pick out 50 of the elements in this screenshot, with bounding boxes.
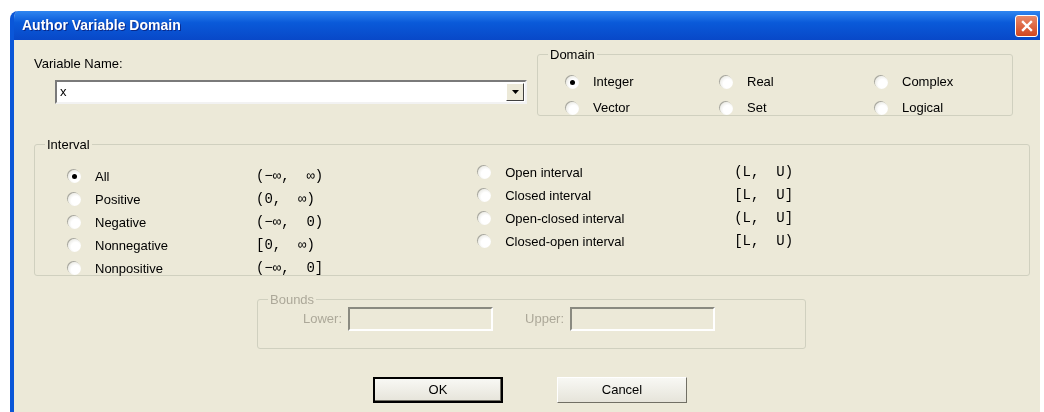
radio-button[interactable] — [566, 101, 579, 115]
radio-label: Nonpositive — [95, 259, 164, 278]
radio-label: Complex — [902, 73, 954, 92]
radio-label: Real — [747, 73, 774, 92]
field-label: Lower: — [303, 310, 343, 329]
interval-notation: (−∞, 0] — [256, 259, 324, 278]
radio-button[interactable] — [68, 239, 81, 252]
group-title: Interval — [46, 138, 91, 151]
interval-notation: [0, ∞) — [256, 236, 315, 255]
radio-label: Open-closed interval — [505, 209, 626, 228]
radio-button[interactable] — [68, 193, 81, 206]
close-icon — [1019, 18, 1034, 33]
radio-button[interactable] — [68, 216, 81, 229]
cancel-button[interactable]: Cancel — [557, 377, 687, 403]
radio-button[interactable] — [478, 212, 492, 225]
interval-notation: (−∞, ∞) — [256, 167, 324, 186]
interval-notation: (L, U] — [734, 209, 794, 228]
radio-label: Vector — [593, 99, 630, 118]
radio-button[interactable] — [478, 235, 492, 248]
field-label: Upper: — [525, 310, 565, 329]
interval-notation: [L, U) — [734, 232, 794, 251]
radio-label: Closed-open interval — [505, 232, 626, 251]
group-title: Bounds — [269, 293, 316, 306]
radio-label: Open interval — [505, 163, 584, 182]
radio-button[interactable] — [720, 101, 733, 115]
radio-label: All — [95, 167, 111, 186]
interval-notation: (L, U) — [734, 163, 794, 182]
radio-label: Integer — [593, 73, 634, 92]
interval-notation: [L, U] — [734, 186, 794, 205]
radio-button[interactable] — [720, 75, 733, 89]
interval-notation: (−∞, 0) — [256, 213, 324, 232]
radio-label: Set — [747, 99, 767, 118]
radio-label: Closed interval — [505, 186, 593, 205]
ok-button[interactable]: OK — [373, 377, 503, 403]
radio-button[interactable] — [68, 262, 81, 275]
radio-label: Negative — [95, 213, 148, 232]
radio-button[interactable] — [566, 75, 579, 89]
radio-button[interactable] — [68, 170, 81, 183]
radio-label: Nonnegative — [95, 236, 169, 255]
window-title: Author Variable Domain — [22, 16, 181, 35]
radio-button[interactable] — [875, 101, 888, 115]
radio-button[interactable] — [478, 189, 492, 202]
interval-notation: (0, ∞) — [256, 190, 315, 209]
radio-button[interactable] — [478, 166, 492, 179]
radio-label: Logical — [902, 99, 944, 118]
field-label: Variable Name: — [34, 55, 124, 73]
close-button[interactable] — [1015, 14, 1038, 37]
radio-label: Positive — [95, 190, 142, 209]
group-title: Domain — [549, 48, 596, 61]
radio-button[interactable] — [875, 75, 888, 89]
